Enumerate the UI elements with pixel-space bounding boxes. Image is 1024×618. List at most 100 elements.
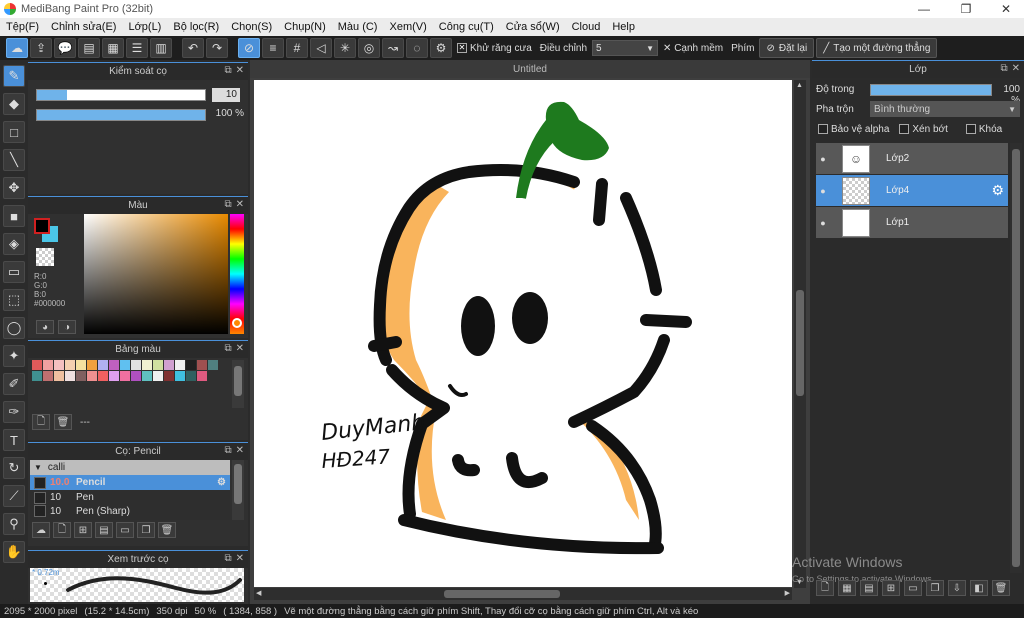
snap-circle-icon[interactable]: ◎ xyxy=(358,38,380,58)
palette-swatch[interactable] xyxy=(142,371,152,381)
palette-swatch[interactable] xyxy=(142,360,152,370)
lock-checkbox[interactable] xyxy=(965,124,976,135)
palette-swatch[interactable] xyxy=(54,360,64,370)
visibility-icon[interactable]: ● xyxy=(816,186,830,196)
canvas-hscroll-thumb[interactable] xyxy=(444,590,560,598)
palette-swatch[interactable] xyxy=(32,371,42,381)
popout-icon[interactable]: ⧉ xyxy=(224,199,231,210)
brush-item-pencil[interactable]: 10.0 Pencil ⚙ xyxy=(30,475,230,490)
brush-scroll-thumb[interactable] xyxy=(234,464,242,504)
gear-icon[interactable]: ⚙ xyxy=(217,477,226,488)
settings-icon[interactable]: ⚙ xyxy=(430,38,452,58)
menu-edit[interactable]: Chỉnh sửa(E) xyxy=(45,21,122,33)
new-brush-icon[interactable]: 🗋 xyxy=(53,522,71,538)
palette-swatch[interactable] xyxy=(186,371,196,381)
redo-icon[interactable]: ↷ xyxy=(206,38,228,58)
canvas-vertical-scrollbar[interactable]: ▲ ▼ xyxy=(794,80,806,588)
snap-perspective-icon[interactable]: ◁ xyxy=(310,38,332,58)
palette-swatch[interactable] xyxy=(153,371,163,381)
palette-swatch[interactable] xyxy=(43,360,53,370)
palette-swatch[interactable] xyxy=(120,360,130,370)
list-icon[interactable]: ☰ xyxy=(126,38,148,58)
brush-tool-icon[interactable]: ✎ xyxy=(3,65,25,87)
close-button[interactable]: ✕ xyxy=(986,0,1024,18)
document-tab[interactable]: Untitled xyxy=(250,60,810,78)
palette-scroll-thumb[interactable] xyxy=(234,366,242,396)
canvas-horizontal-scrollbar[interactable]: ◀ ▶ xyxy=(254,588,792,600)
new-halftone-layer-icon[interactable]: ▦ xyxy=(838,580,856,596)
delete-layer-icon[interactable]: 🗑 xyxy=(992,580,1010,596)
eraser-tool-icon[interactable]: ◆ xyxy=(3,93,25,115)
palette-settings-icon[interactable]: ◑ xyxy=(58,320,76,334)
page-icon[interactable]: ▤ xyxy=(78,38,100,58)
palette-swatch[interactable] xyxy=(98,360,108,370)
palette-swatch[interactable] xyxy=(186,360,196,370)
folder-icon[interactable]: ▭ xyxy=(116,522,134,538)
antialias-checkbox[interactable]: ✕ xyxy=(457,42,467,53)
close-icon[interactable]: ✕ xyxy=(236,343,244,354)
protect-alpha-checkbox[interactable] xyxy=(818,124,828,135)
layer-folder-icon[interactable]: ▭ xyxy=(904,580,922,596)
line-tool-icon[interactable]: ╲ xyxy=(3,149,25,171)
palette-swatch[interactable] xyxy=(197,371,207,381)
popout-icon[interactable]: ⧉ xyxy=(224,445,231,456)
text-tool-icon[interactable]: T xyxy=(3,429,25,451)
gradient-tool-icon[interactable]: ▭ xyxy=(3,261,25,283)
menu-cloud[interactable]: Cloud xyxy=(566,21,607,33)
duplicate-layer-icon[interactable]: ❐ xyxy=(926,580,944,596)
duplicate-icon[interactable]: ❐ xyxy=(137,522,155,538)
snap-curve-icon[interactable]: ↝ xyxy=(382,38,404,58)
foreground-color-swatch[interactable] xyxy=(34,218,50,234)
antialias-toggle[interactable]: ✕ Khử răng cưa xyxy=(454,43,535,54)
palette-swatch[interactable] xyxy=(175,371,185,381)
hand-tool-icon[interactable]: ✋ xyxy=(3,541,25,563)
palette-scrollbar[interactable] xyxy=(232,360,244,408)
scroll-up-icon[interactable]: ▲ xyxy=(796,82,803,89)
palette-swatch[interactable] xyxy=(32,360,42,370)
brush-scrollbar[interactable] xyxy=(232,460,244,520)
palette-swatch[interactable] xyxy=(109,371,119,381)
undo-icon[interactable]: ↶ xyxy=(182,38,204,58)
add-layer-menu-icon[interactable]: ⊞ xyxy=(882,580,900,596)
palette-swatch[interactable] xyxy=(197,360,207,370)
adjust-select[interactable]: 5 ▼ xyxy=(592,40,659,56)
layer-mask-icon[interactable]: ◧ xyxy=(970,580,988,596)
snap-grid-icon[interactable]: # xyxy=(286,38,308,58)
brush-size-slider[interactable] xyxy=(36,89,206,101)
move-tool-icon[interactable]: ✥ xyxy=(3,177,25,199)
palette-icon[interactable]: ◕ xyxy=(36,320,54,334)
straight-line-button[interactable]: ╱ Tạo một đường thẳng xyxy=(816,38,938,58)
cloud-icon[interactable]: ☁ xyxy=(6,38,28,58)
palette-swatch[interactable] xyxy=(65,371,75,381)
palette-swatch[interactable] xyxy=(153,360,163,370)
popout-icon[interactable]: ⧉ xyxy=(224,553,231,564)
saturation-value-picker[interactable] xyxy=(84,214,228,334)
snap-radial-icon[interactable]: ✳ xyxy=(334,38,356,58)
menu-snap[interactable]: Chụp(N) xyxy=(278,21,332,33)
close-icon[interactable]: ✕ xyxy=(236,65,244,76)
brush-group[interactable]: ▼ calli xyxy=(30,460,230,475)
menu-help[interactable]: Help xyxy=(606,21,641,33)
palette-swatch[interactable] xyxy=(76,360,86,370)
palette-swatch[interactable] xyxy=(120,371,130,381)
snap-off-icon[interactable]: ⊘ xyxy=(238,38,260,58)
menu-color[interactable]: Màu (C) xyxy=(332,21,384,33)
comment-icon[interactable]: 💬 xyxy=(54,38,76,58)
new-8bit-layer-icon[interactable]: ▤ xyxy=(860,580,878,596)
palette-swatch[interactable] xyxy=(164,371,174,381)
popout-icon[interactable]: ⧉ xyxy=(224,343,231,354)
popout-icon[interactable]: ⧉ xyxy=(1000,63,1007,74)
edit-brush-icon[interactable]: ▤ xyxy=(95,522,113,538)
visibility-icon[interactable]: ● xyxy=(816,154,830,164)
popout-icon[interactable]: ⧉ xyxy=(224,65,231,76)
clipping-checkbox[interactable] xyxy=(899,124,910,135)
lock-toggle[interactable]: Khóa xyxy=(965,124,1002,135)
palette-swatch[interactable] xyxy=(76,371,86,381)
clipping-toggle[interactable]: Xén bớt xyxy=(899,124,948,135)
select-eraser-tool-icon[interactable]: ✑ xyxy=(3,401,25,423)
palette-swatch[interactable] xyxy=(54,371,64,381)
scroll-right-icon[interactable]: ▶ xyxy=(785,589,790,597)
magic-wand-tool-icon[interactable]: ✦ xyxy=(3,345,25,367)
protect-alpha-toggle[interactable]: Bảo vệ alpha xyxy=(818,124,889,135)
layers-scroll-thumb[interactable] xyxy=(1012,149,1020,567)
